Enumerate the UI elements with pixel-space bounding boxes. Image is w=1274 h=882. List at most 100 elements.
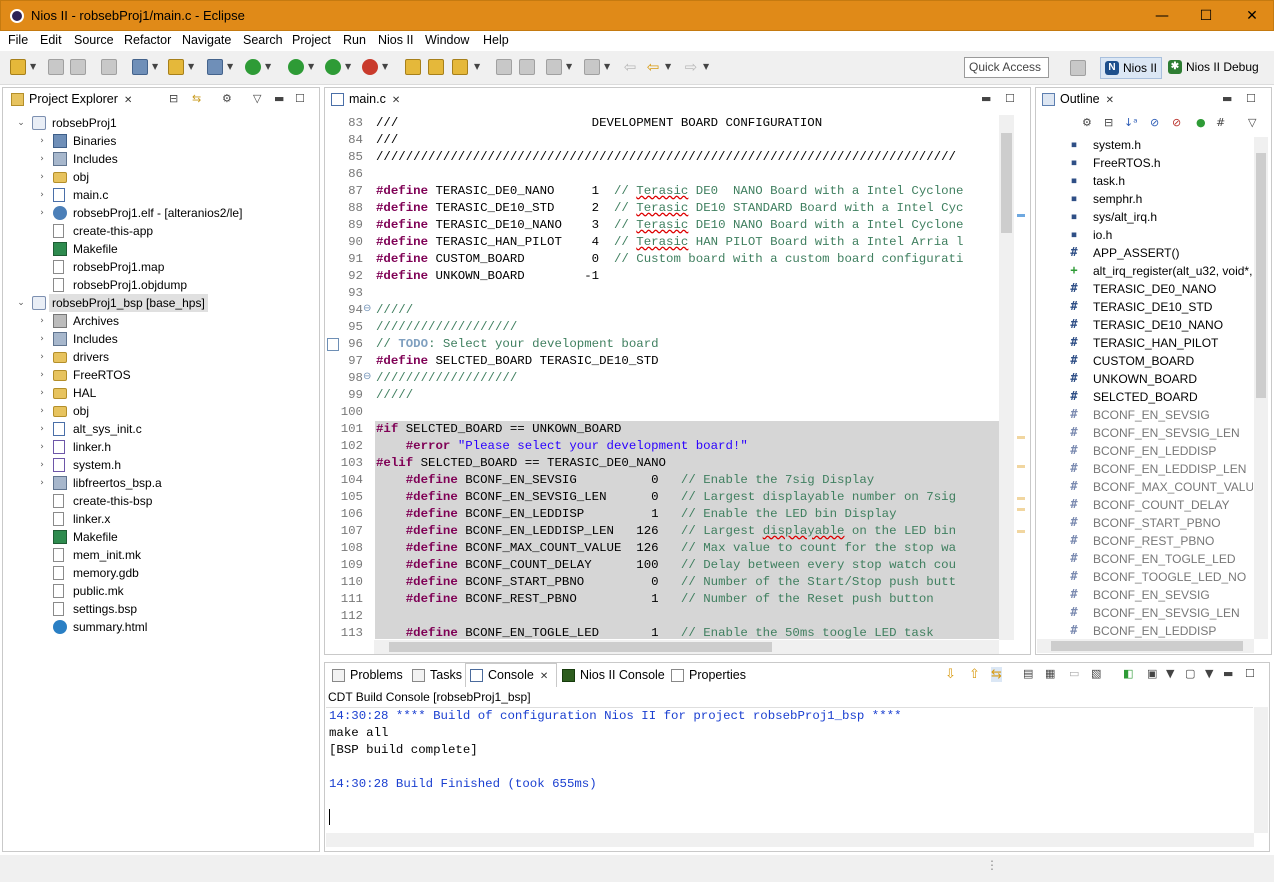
external-tools-icon[interactable] xyxy=(362,59,378,75)
back-icon[interactable]: ⇦ xyxy=(645,59,661,75)
new-c-file-icon[interactable] xyxy=(207,59,223,75)
editor-hscroll[interactable] xyxy=(374,640,999,654)
next-annotation-dropdown-icon[interactable]: ▼ xyxy=(566,59,574,75)
toggle-block-icon[interactable] xyxy=(519,59,535,75)
build-binary-icon[interactable] xyxy=(101,59,117,75)
new-c-file-dropdown-icon[interactable]: ▼ xyxy=(227,59,235,75)
tree-item[interactable]: › Archives xyxy=(4,312,316,330)
maximize-view-icon[interactable]: ☐ xyxy=(1245,667,1255,680)
menu-refactor[interactable]: Refactor xyxy=(124,33,171,47)
code-line[interactable]: #if SELCTED_BOARD == UNKOWN_BOARD xyxy=(376,421,998,438)
chevron-right-icon[interactable]: › xyxy=(37,420,47,438)
tab-project-explorer[interactable]: Project Explorer ✕ xyxy=(7,88,142,112)
tree-item[interactable]: settings.bsp xyxy=(4,600,316,618)
new-project-icon[interactable] xyxy=(132,59,148,75)
view-menu-icon[interactable]: ▽ xyxy=(1248,116,1256,129)
menu-edit[interactable]: Edit xyxy=(40,33,62,47)
code-line[interactable]: #define BCONF_START_PBNO 0 // Number of … xyxy=(376,574,998,591)
outline-item[interactable]: + alt_irq_register(alt_u32, void*, v xyxy=(1068,262,1253,280)
editor-vscroll[interactable] xyxy=(999,115,1014,640)
overview-ruler-marker[interactable] xyxy=(1017,530,1025,533)
perspective-nios-ii-debug[interactable]: ✱ Nios II Debug xyxy=(1164,57,1263,79)
chevron-right-icon[interactable]: › xyxy=(37,150,47,168)
editor-vscroll-thumb[interactable] xyxy=(1001,133,1012,233)
menu-window[interactable]: Window xyxy=(425,33,469,47)
debug-icon[interactable] xyxy=(288,59,304,75)
close-icon[interactable]: ✕ xyxy=(540,671,548,682)
new-class-dropdown-icon[interactable]: ▼ xyxy=(265,59,273,75)
new-project-dropdown-icon[interactable]: ▼ xyxy=(152,59,160,75)
save-icon[interactable] xyxy=(48,59,64,75)
console-output-area[interactable] xyxy=(326,707,1253,833)
outline-item[interactable]: ▪ task.h xyxy=(1068,172,1253,190)
display-console-dropdown-icon[interactable]: ▼ xyxy=(1166,667,1174,680)
maximize-button[interactable]: ☐ xyxy=(1183,1,1229,31)
tree-item[interactable]: Makefile xyxy=(4,240,316,258)
menu-project[interactable]: Project xyxy=(292,33,331,47)
tree-item[interactable]: robsebProj1.map xyxy=(4,258,316,276)
tab-properties[interactable]: Properties xyxy=(667,664,757,688)
hide-fields-icon[interactable]: ⊘ xyxy=(1150,116,1159,129)
clear-console-icon[interactable]: ▭ xyxy=(1069,667,1079,680)
code-line[interactable]: #define BCONF_MAX_COUNT_VALUE 126 // Max… xyxy=(376,540,998,557)
code-line[interactable]: #define TERASIC_DE0_NANO 1 // Terasic DE… xyxy=(376,183,998,200)
tree-item[interactable]: ⌄ robsebProj1_bsp [base_hps] xyxy=(4,294,316,312)
tab-tasks[interactable]: Tasks xyxy=(408,664,468,688)
code-line[interactable]: #define TERASIC_DE10_STD 2 // Terasic DE… xyxy=(376,200,998,217)
chevron-right-icon[interactable]: › xyxy=(37,456,47,474)
minimize-view-icon[interactable]: ▬ xyxy=(981,92,991,105)
menu-navigate[interactable]: Navigate xyxy=(182,33,231,47)
chevron-right-icon[interactable]: › xyxy=(37,402,47,420)
external-tools-dropdown-icon[interactable]: ▼ xyxy=(382,59,390,75)
hide-nonpublic-icon[interactable]: ● xyxy=(1196,116,1206,129)
code-line[interactable]: #define BCONF_REST_PBNO 1 // Number of t… xyxy=(376,591,998,608)
outline-item[interactable]: # BCONF_EN_LEDDISP xyxy=(1068,622,1253,640)
tree-item[interactable]: ⌄ robsebProj1 xyxy=(4,114,316,132)
outline-item[interactable]: ▪ system.h xyxy=(1068,136,1253,154)
code-line[interactable]: /////////////////// xyxy=(376,319,998,336)
new-folder-dropdown-icon[interactable]: ▼ xyxy=(188,59,196,75)
outline-item[interactable]: ▪ semphr.h xyxy=(1068,190,1253,208)
tree-item[interactable]: › obj xyxy=(4,402,316,420)
open-folder-icon[interactable] xyxy=(428,59,444,75)
chevron-down-icon[interactable]: ⌄ xyxy=(16,114,26,132)
tab-console[interactable]: Console ✕ xyxy=(465,663,557,687)
menu-nios-ii[interactable]: Nios II xyxy=(378,33,413,47)
minimize-view-icon[interactable]: ▬ xyxy=(1223,667,1233,680)
group-icon[interactable]: ⚙ xyxy=(1082,116,1092,129)
tree-item[interactable]: Makefile xyxy=(4,528,316,546)
tree-item[interactable]: mem_init.mk xyxy=(4,546,316,564)
display-console-icon[interactable]: ▣ xyxy=(1147,667,1157,680)
code-line[interactable]: #define TERASIC_DE10_NANO 3 // Terasic D… xyxy=(376,217,998,234)
tree-item[interactable]: › Includes xyxy=(4,330,316,348)
tree-item[interactable]: create-this-app xyxy=(4,222,316,240)
outline-item[interactable]: # BCONF_EN_SEVSIG_LEN xyxy=(1068,424,1253,442)
chevron-right-icon[interactable]: › xyxy=(37,366,47,384)
forward-dropdown-icon[interactable]: ▼ xyxy=(703,59,711,75)
outline-item[interactable]: # BCONF_MAX_COUNT_VALUE xyxy=(1068,478,1253,496)
search-pen-icon[interactable] xyxy=(452,59,468,75)
fold-toggle-icon[interactable]: ⊖ xyxy=(363,303,371,314)
run-dropdown-icon[interactable]: ▼ xyxy=(345,59,353,75)
code-line[interactable]: ///// xyxy=(376,387,998,404)
chevron-right-icon[interactable]: › xyxy=(37,348,47,366)
chevron-right-icon[interactable]: › xyxy=(37,132,47,150)
code-line[interactable]: #elif SELCTED_BOARD == TERASIC_DE0_NANO xyxy=(376,455,998,472)
new-console-dropdown-icon[interactable]: ▼ xyxy=(1205,667,1213,680)
chevron-right-icon[interactable]: › xyxy=(37,384,47,402)
tree-item[interactable]: › FreeRTOS xyxy=(4,366,316,384)
tree-item[interactable]: create-this-bsp xyxy=(4,492,316,510)
fold-toggle-icon[interactable]: ⊖ xyxy=(363,371,371,382)
outline-item[interactable]: # BCONF_EN_LEDDISP xyxy=(1068,442,1253,460)
chevron-right-icon[interactable]: › xyxy=(37,438,47,456)
code-line[interactable]: /////////////////// xyxy=(376,370,998,387)
overview-ruler-marker[interactable] xyxy=(1017,465,1025,468)
code-line[interactable]: // TODO: Select your development board xyxy=(376,336,998,353)
prev-annotation-icon[interactable] xyxy=(584,59,600,75)
console-vscroll[interactable] xyxy=(1254,707,1268,833)
code-line[interactable] xyxy=(376,285,998,302)
chevron-right-icon[interactable]: › xyxy=(37,186,47,204)
outline-item[interactable]: # TERASIC_DE10_NANO xyxy=(1068,316,1253,334)
outline-item[interactable]: # BCONF_COUNT_DELAY xyxy=(1068,496,1253,514)
tab-main-c[interactable]: main.c ✕ xyxy=(327,88,413,112)
